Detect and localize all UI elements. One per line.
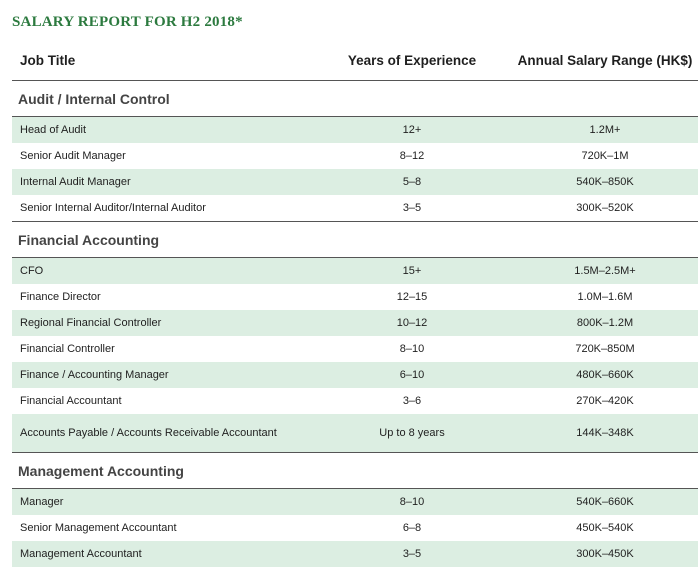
table-row: Manager 8–10 540K–660K <box>12 489 698 515</box>
table-row: Regional Financial Controller 10–12 800K–1… <box>12 310 698 336</box>
table-row: Internal Audit Manager 5–8 540K–850K <box>12 169 698 195</box>
table-row: Head of Audit 12+ 1.2M+ <box>12 117 698 143</box>
salary-range-cell: 720K–1M <box>581 150 629 162</box>
table-row: Financial Accountant 3–6 270K–420K <box>12 388 698 414</box>
report-title: SALARY REPORT FOR H2 2018* <box>12 14 243 30</box>
section-heading: Management Accounting <box>12 453 698 489</box>
years-cell: 3–5 <box>402 202 422 214</box>
years-cell: 12+ <box>402 124 422 136</box>
years-cell: 6–8 <box>402 522 422 534</box>
job-title-cell: CFO <box>20 265 44 277</box>
years-cell: 3–6 <box>402 395 422 407</box>
salary-range-cell: 450K–540K <box>576 522 634 534</box>
table-row: CFO 15+ 1.5M–2.5M+ <box>12 258 698 284</box>
job-title-cell: Finance Director <box>20 291 101 303</box>
salary-range-cell: 300K–520K <box>576 202 634 214</box>
years-cell: 8–12 <box>399 150 425 162</box>
job-title-cell: Finance / Accounting Manager <box>20 369 169 381</box>
salary-range-cell: 800K–1.2M <box>576 317 634 329</box>
table-row: Senior Management Accountant 6–8 450K–540K <box>12 515 698 541</box>
years-cell: 10–12 <box>396 317 428 329</box>
table-header: Job Title Years of Experience Annual Sal… <box>12 40 698 81</box>
job-title-cell: Manager <box>20 496 64 508</box>
job-title-cell: Financial Controller <box>20 343 115 355</box>
salary-report-page: SALARY REPORT FOR H2 2018* Job Title Yea… <box>0 0 700 567</box>
table-row: Finance / Accounting Manager 6–10 480K–660… <box>12 362 698 388</box>
salary-range-cell: 1.5M–2.5M+ <box>574 265 636 277</box>
years-cell: 5–8 <box>402 176 422 188</box>
job-title-cell: Management Accountant <box>20 548 142 560</box>
salary-range-cell: 720K–850M <box>575 343 635 355</box>
table-row: Management Accountant 3–5 300K–450K <box>12 541 698 567</box>
job-title-cell: Accounts Payable / Accounts Receivable A… <box>20 427 277 439</box>
section-heading: Audit / Internal Control <box>12 81 698 117</box>
salary-range-cell: 540K–850K <box>576 176 634 188</box>
table-row: Accounts Payable / Accounts Receivable A… <box>12 414 698 453</box>
salary-range-cell: 300K–450K <box>576 548 634 560</box>
job-title-cell: Internal Audit Manager <box>20 176 131 188</box>
years-cell: 6–10 <box>399 369 425 381</box>
salary-range-cell: 1.0M–1.6M <box>577 291 633 303</box>
years-cell: 3–5 <box>402 548 422 560</box>
years-cell: 12–15 <box>396 291 428 303</box>
job-title-cell: Senior Management Accountant <box>20 522 177 534</box>
job-title-cell: Senior Internal Auditor/Internal Auditor <box>20 202 206 214</box>
salary-range-cell: 270K–420K <box>576 395 634 407</box>
table-row: Financial Controller 8–10 720K–850M <box>12 336 698 362</box>
section-heading: Financial Accounting <box>12 222 698 258</box>
table-row: Senior Audit Manager 8–12 720K–1M <box>12 143 698 169</box>
years-cell: Up to 8 years <box>379 427 445 439</box>
table-row: Finance Director 12–15 1.0M–1.6M <box>12 284 698 310</box>
job-title-cell: Financial Accountant <box>20 395 122 407</box>
years-cell: 8–10 <box>399 343 425 355</box>
job-title-cell: Regional Financial Controller <box>20 317 162 329</box>
header-annual-salary-range: Annual Salary Range (HK$) <box>517 52 693 68</box>
salary-range-cell: 540K–660K <box>576 496 634 508</box>
job-title-cell: Senior Audit Manager <box>20 150 126 162</box>
header-job-title: Job Title <box>20 52 76 68</box>
salary-table-body: Audit / Internal Control Head of Audit 12+… <box>12 81 698 567</box>
table-row: Senior Internal Auditor/Internal Auditor… <box>12 195 698 222</box>
job-title-cell: Head of Audit <box>20 124 87 136</box>
salary-range-cell: 1.2M+ <box>589 124 621 136</box>
years-cell: 8–10 <box>399 496 425 508</box>
header-years-of-experience: Years of Experience <box>347 52 477 68</box>
years-cell: 15+ <box>402 265 422 277</box>
salary-range-cell: 144K–348K <box>576 427 634 439</box>
salary-range-cell: 480K–660K <box>576 369 634 381</box>
